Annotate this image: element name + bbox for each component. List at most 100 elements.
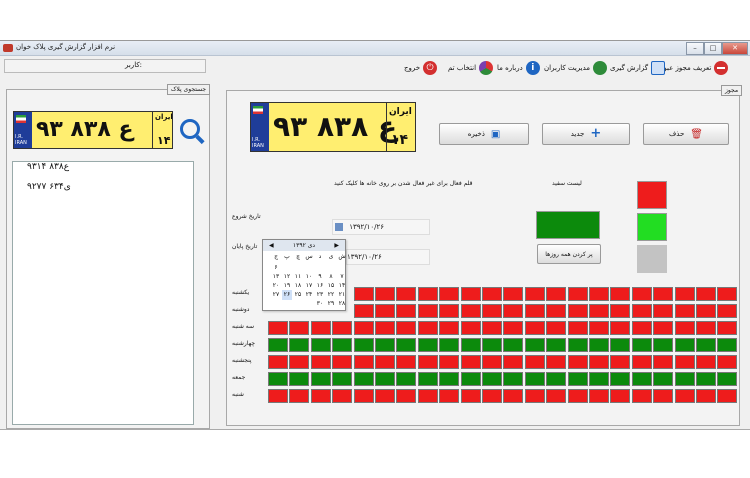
schedule-cell[interactable] [439,355,460,369]
schedule-cell[interactable] [417,338,438,352]
toolbar-pass-permit[interactable]: تعریف مجوز عبور [660,60,729,76]
schedule-cell[interactable] [546,321,567,335]
schedule-cell[interactable] [439,287,460,301]
schedule-cell[interactable] [482,321,502,335]
schedule-cell[interactable] [396,355,417,369]
schedule-cell[interactable] [631,389,652,403]
schedule-cell[interactable] [353,321,374,335]
toolbar-exit[interactable]: خروج ⏻ [404,60,438,76]
schedule-cell[interactable] [439,372,460,386]
schedule-cell[interactable] [631,287,652,301]
schedule-cell[interactable] [653,321,674,335]
schedule-cell[interactable] [524,321,545,335]
schedule-cell[interactable] [589,304,609,318]
schedule-cell[interactable] [460,287,481,301]
calendar-day[interactable]: ۲۸ [337,299,347,309]
schedule-cell[interactable] [567,338,588,352]
schedule-cell[interactable] [353,338,374,352]
schedule-cell[interactable] [417,355,438,369]
schedule-cell[interactable] [589,355,609,369]
save-button[interactable]: ذخیره ▣ [439,123,529,145]
schedule-cell[interactable] [503,338,524,352]
schedule-cell[interactable] [567,372,588,386]
schedule-cell[interactable] [546,287,567,301]
schedule-cell[interactable] [439,304,460,318]
schedule-cell[interactable] [332,372,353,386]
schedule-cell[interactable] [460,355,481,369]
schedule-cell[interactable] [332,355,353,369]
schedule-cell[interactable] [289,355,310,369]
close-button[interactable]: ✕ [722,42,748,55]
schedule-cell[interactable] [353,355,374,369]
schedule-cell[interactable] [417,287,438,301]
schedule-cell[interactable] [310,321,331,335]
schedule-cell[interactable] [503,355,524,369]
color-gray-swatch[interactable] [637,245,667,273]
schedule-cell[interactable] [332,321,353,335]
list-item[interactable]: ۹۳ع۸۳۸ ۱۴ [27,162,69,172]
schedule-cell[interactable] [289,372,310,386]
schedule-cell[interactable] [524,338,545,352]
schedule-cell[interactable] [375,355,395,369]
schedule-cell[interactable] [610,389,631,403]
schedule-cell[interactable] [460,304,481,318]
schedule-cell[interactable] [717,355,738,369]
schedule-cell[interactable] [353,287,374,301]
color-red-swatch[interactable] [637,181,667,209]
schedule-cell[interactable] [589,372,609,386]
schedule-cell[interactable] [396,321,417,335]
schedule-cell[interactable] [610,287,631,301]
schedule-cell[interactable] [696,287,716,301]
schedule-cell[interactable] [567,321,588,335]
schedule-cell[interactable] [696,355,716,369]
schedule-cell[interactable] [439,338,460,352]
schedule-cell[interactable] [610,321,631,335]
schedule-cell[interactable] [268,389,288,403]
schedule-cell[interactable] [546,355,567,369]
schedule-cell[interactable] [503,389,524,403]
schedule-cell[interactable] [567,389,588,403]
schedule-cell[interactable] [524,372,545,386]
schedule-cell[interactable] [631,355,652,369]
schedule-cell[interactable] [503,287,524,301]
schedule-cell[interactable] [717,389,738,403]
schedule-cell[interactable] [353,304,374,318]
next-month-button[interactable]: ▶ [334,242,339,249]
schedule-cell[interactable] [417,372,438,386]
schedule-cell[interactable] [332,389,353,403]
schedule-cell[interactable] [289,389,310,403]
schedule-cell[interactable] [696,304,716,318]
schedule-cell[interactable] [717,372,738,386]
schedule-cell[interactable] [653,287,674,301]
schedule-cell[interactable] [696,389,716,403]
schedule-cell[interactable] [417,304,438,318]
schedule-cell[interactable] [396,338,417,352]
schedule-cell[interactable] [696,372,716,386]
schedule-cell[interactable] [460,321,481,335]
schedule-cell[interactable] [717,287,738,301]
schedule-cell[interactable] [439,321,460,335]
schedule-cell[interactable] [396,287,417,301]
search-icon[interactable] [180,119,200,139]
fill-all-days-button[interactable]: پر کردن همه روزها [537,244,601,264]
schedule-cell[interactable] [610,355,631,369]
schedule-cell[interactable] [482,287,502,301]
schedule-cell[interactable] [567,355,588,369]
schedule-cell[interactable] [631,338,652,352]
start-date-field[interactable]: ۱۳۹۲/۱۰/۲۶ [332,219,430,235]
schedule-cell[interactable] [268,372,288,386]
schedule-cell[interactable] [289,338,310,352]
list-item[interactable]: ۹۲ی۶۳۴ ۷۷ [27,182,71,192]
schedule-cell[interactable] [567,287,588,301]
schedule-cell[interactable] [546,304,567,318]
schedule-cell[interactable] [396,389,417,403]
schedule-cell[interactable] [460,372,481,386]
schedule-cell[interactable] [482,355,502,369]
schedule-cell[interactable] [482,338,502,352]
schedule-cell[interactable] [674,304,695,318]
schedule-cell[interactable] [653,338,674,352]
schedule-cell[interactable] [717,338,738,352]
schedule-cell[interactable] [631,321,652,335]
schedule-cell[interactable] [589,389,609,403]
schedule-cell[interactable] [375,321,395,335]
